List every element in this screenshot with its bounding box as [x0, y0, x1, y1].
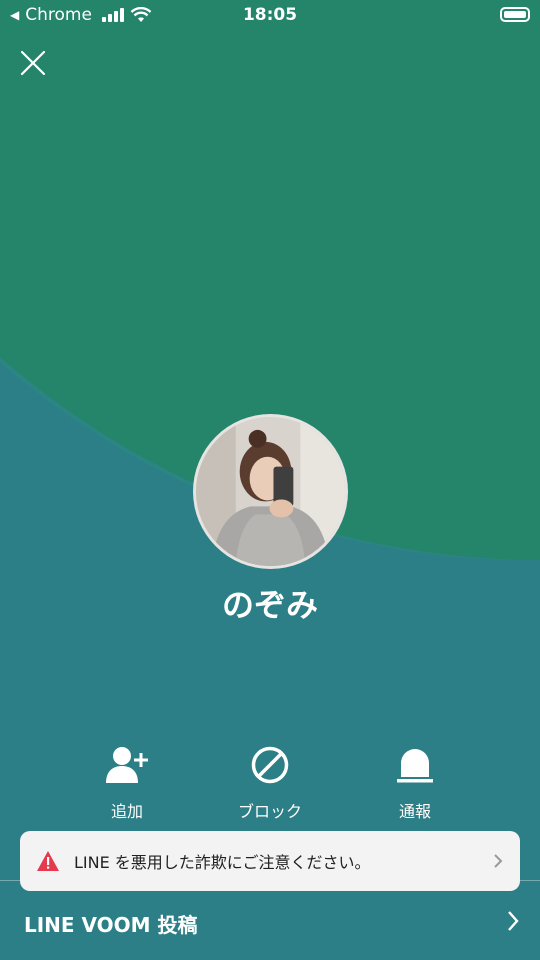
add-friend-button[interactable]: 追加 — [72, 740, 182, 822]
warning-icon — [37, 851, 59, 871]
profile-actions: 追加 ブロック 通報 — [0, 740, 540, 830]
report-button[interactable]: 通報 — [360, 740, 470, 822]
chevron-right-icon — [494, 854, 503, 868]
line-voom-posts-row[interactable]: LINE VOOM 投稿 — [0, 895, 540, 945]
clock: 18:05 — [242, 5, 298, 25]
block-label: ブロック — [237, 802, 302, 821]
report-icon — [397, 749, 433, 783]
line-voom-label: LINE VOOM 投稿 — [24, 913, 198, 937]
add-friend-label: 追加 — [110, 802, 143, 821]
scam-warning-banner[interactable]: LINE を悪用した詐欺にご注意ください。 — [20, 831, 520, 891]
block-button[interactable]: ブロック — [215, 740, 325, 822]
report-label: 通報 — [398, 802, 431, 821]
scam-warning-text: LINE を悪用した詐欺にご注意ください。 — [74, 853, 371, 872]
battery-icon — [500, 7, 530, 22]
block-icon — [251, 746, 289, 784]
avatar-photo — [196, 417, 345, 566]
status-bar: ◀ Chrome 18:05 — [0, 0, 540, 32]
add-friend-icon — [106, 747, 148, 783]
profile-avatar[interactable] — [193, 414, 348, 569]
chevron-right-icon — [508, 911, 519, 931]
close-icon[interactable] — [18, 48, 48, 78]
profile-name: のぞみ — [221, 586, 318, 624]
